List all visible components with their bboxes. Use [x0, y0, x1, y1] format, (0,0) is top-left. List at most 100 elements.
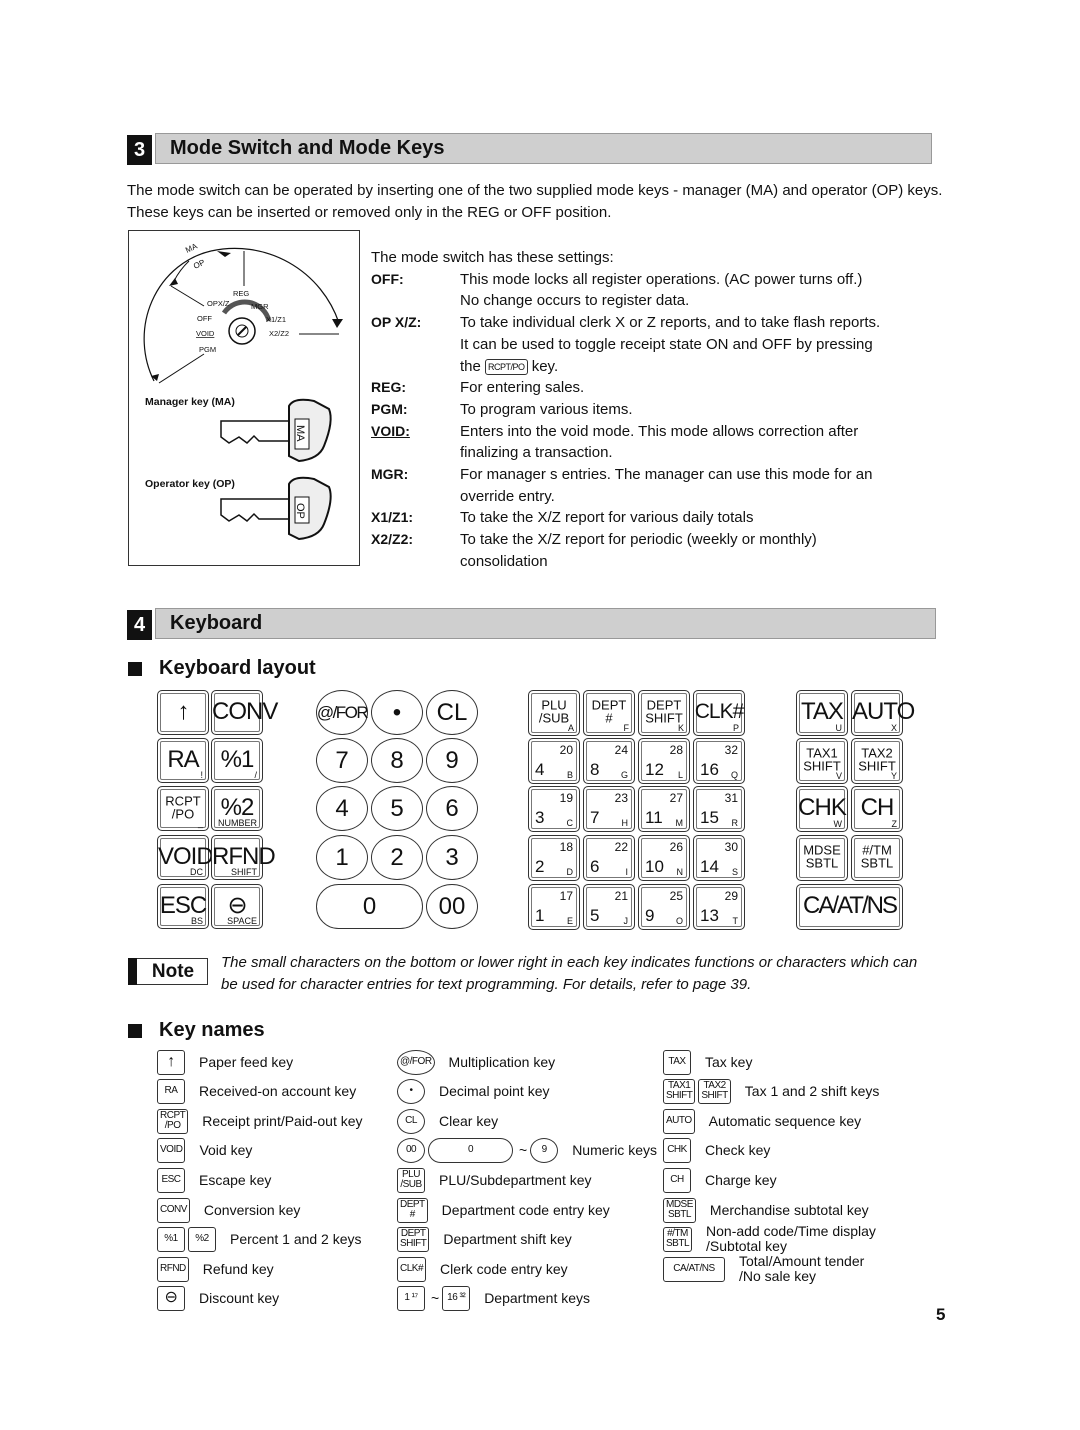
- section-number: 4: [127, 610, 152, 640]
- department-key[interactable]: 24 8 G: [583, 738, 635, 784]
- department-key[interactable]: 18 2 D: [528, 835, 580, 881]
- department-key[interactable]: 17 1 E: [528, 884, 580, 930]
- department-key[interactable]: 21 5 J: [583, 884, 635, 930]
- key-description: Escape key: [199, 1171, 272, 1188]
- numeric-key[interactable]: •: [371, 690, 423, 735]
- key-name-item: TAX Tax key: [663, 1049, 752, 1075]
- key-icon: RCPT /PO: [157, 1108, 189, 1134]
- numeric-key[interactable]: 3: [426, 835, 478, 880]
- numeric-key[interactable]: 0: [316, 884, 423, 929]
- department-key[interactable]: 31 15 R: [693, 786, 745, 832]
- numeric-key[interactable]: 7: [316, 738, 368, 783]
- key-name-item: @/FOR Multiplication key: [397, 1049, 555, 1075]
- numeric-key[interactable]: 9: [426, 738, 478, 783]
- department-key[interactable]: 22 6 I: [583, 835, 635, 881]
- dept-function-key[interactable]: CLK# P: [693, 690, 745, 736]
- numeric-key[interactable]: 00: [426, 884, 478, 929]
- function-key[interactable]: RA!: [157, 738, 209, 783]
- numeric-key[interactable]: 1: [316, 835, 368, 880]
- department-key[interactable]: 19 3 C: [528, 786, 580, 832]
- numeric-key[interactable]: 4: [316, 786, 368, 831]
- note-text: The small characters on the bottom or lo…: [221, 954, 918, 993]
- function-key[interactable]: CONV: [211, 690, 278, 735]
- function-key[interactable]: %2 NUMBER: [211, 786, 263, 831]
- function-key[interactable]: TAX2 SHIFT Y: [851, 738, 903, 784]
- key-icon: 1 ¹⁷: [397, 1285, 425, 1311]
- function-key[interactable]: ⊖ SPACE: [211, 884, 263, 929]
- key-label: CH: [860, 793, 895, 821]
- setting-label: OP X/Z:: [371, 314, 422, 331]
- mode-settings-list: The mode switch has these settings: OFF:…: [371, 247, 941, 573]
- settings-row: MGR: For manager s entries. The manager c…: [371, 464, 941, 486]
- setting-label: VOID:: [371, 422, 410, 439]
- numeric-key[interactable]: CL: [426, 690, 478, 735]
- settings-row: OFF: This mode locks all register operati…: [371, 269, 941, 291]
- operator-key-label: Operator key (OP): [145, 478, 235, 490]
- function-key[interactable]: CH Z: [851, 786, 903, 832]
- department-key[interactable]: 28 12 L: [638, 738, 690, 784]
- key-label: AUTO: [852, 697, 915, 725]
- tilde-separator: ~: [519, 1142, 528, 1158]
- department-key[interactable]: 29 13 T: [693, 884, 745, 930]
- key-name-item: MDSE SBTL Merchandise subtotal key: [663, 1197, 869, 1223]
- dept-function-key[interactable]: DEPT SHIFT K: [638, 690, 690, 736]
- settings-row: PGM: To program various items.: [371, 399, 941, 421]
- department-key[interactable]: 25 9 O: [638, 884, 690, 930]
- function-key[interactable]: TAX U: [796, 690, 848, 736]
- key-description: Receipt print/Paid-out key: [202, 1112, 363, 1129]
- numeric-key[interactable]: 2: [371, 835, 423, 880]
- dept-number-low: 8: [590, 760, 600, 779]
- key-label: ↑: [177, 697, 190, 725]
- function-key[interactable]: ESC BS: [157, 884, 209, 929]
- key-label: CHK: [798, 793, 847, 821]
- function-key[interactable]: AUTO X: [851, 690, 915, 736]
- function-key[interactable]: VOID DC: [157, 835, 214, 880]
- key-name-item: TAX1 SHIFT TAX2 SHIFT Tax 1 and 2 shift ke…: [663, 1078, 879, 1104]
- department-key[interactable]: 23 7 H: [583, 786, 635, 832]
- note-badge: Note: [128, 958, 208, 985]
- function-key[interactable]: RCPT /PO _: [157, 786, 209, 831]
- function-key[interactable]: RFND SHIFT: [211, 835, 276, 880]
- key-name-item: RFND Refund key: [157, 1256, 274, 1282]
- key-icon: ↑: [157, 1049, 185, 1075]
- settings-row: the RCPT/PO key.: [371, 356, 941, 378]
- key-description: Clear key: [439, 1112, 499, 1129]
- dept-number-high: 32: [724, 743, 738, 757]
- function-key[interactable]: %1/: [211, 738, 263, 783]
- total-key[interactable]: CA/AT/NS: [796, 884, 903, 930]
- department-key[interactable]: 30 14 S: [693, 835, 745, 881]
- department-key[interactable]: 32 16 Q: [693, 738, 745, 784]
- dept-number-high: 28: [669, 743, 683, 757]
- key-sublabel: M: [675, 818, 684, 828]
- numeric-key[interactable]: 5: [371, 786, 423, 831]
- function-key[interactable]: #/TM SBTL: [851, 835, 903, 881]
- setting-text: This mode locks all register operations.…: [460, 270, 863, 288]
- dept-function-key[interactable]: PLU /SUB A: [528, 690, 580, 736]
- key-icon: %2: [188, 1226, 216, 1252]
- dept-number-low: 2: [535, 857, 545, 876]
- dept-function-key[interactable]: DEPT # F: [583, 690, 635, 736]
- department-key[interactable]: 20 4 B: [528, 738, 580, 784]
- function-key[interactable]: MDSE SBTL: [796, 835, 848, 881]
- setting-text: To program various items.: [460, 400, 633, 418]
- key-name-item: DEPT SHIFT Department shift key: [397, 1226, 572, 1252]
- function-key[interactable]: CHK W: [796, 786, 848, 832]
- numeric-key[interactable]: 6: [426, 786, 478, 831]
- key-icon: #/TM SBTL: [663, 1226, 693, 1252]
- department-key[interactable]: 27 11 M: [638, 786, 690, 832]
- key-description: Charge key: [705, 1171, 777, 1188]
- key-icon: 9: [530, 1137, 559, 1163]
- key-label: RFND: [212, 842, 276, 870]
- department-key[interactable]: 26 10 N: [638, 835, 690, 881]
- function-key[interactable]: ↑: [157, 690, 209, 735]
- settings-row: No change occurs to register data.: [371, 290, 941, 312]
- operator-key-icon: OP: [220, 476, 332, 541]
- key-label: CONV: [212, 697, 278, 725]
- key-sublabel: BS: [190, 916, 203, 926]
- op-tag: OP: [294, 503, 306, 519]
- setting-text: For entering sales.: [460, 379, 585, 397]
- numeric-key[interactable]: 8: [371, 738, 423, 783]
- function-key[interactable]: TAX1 SHIFT V: [796, 738, 848, 784]
- numeric-key[interactable]: @/FOR: [316, 690, 369, 735]
- key-description: Tax 1 and 2 shift keys: [744, 1082, 880, 1099]
